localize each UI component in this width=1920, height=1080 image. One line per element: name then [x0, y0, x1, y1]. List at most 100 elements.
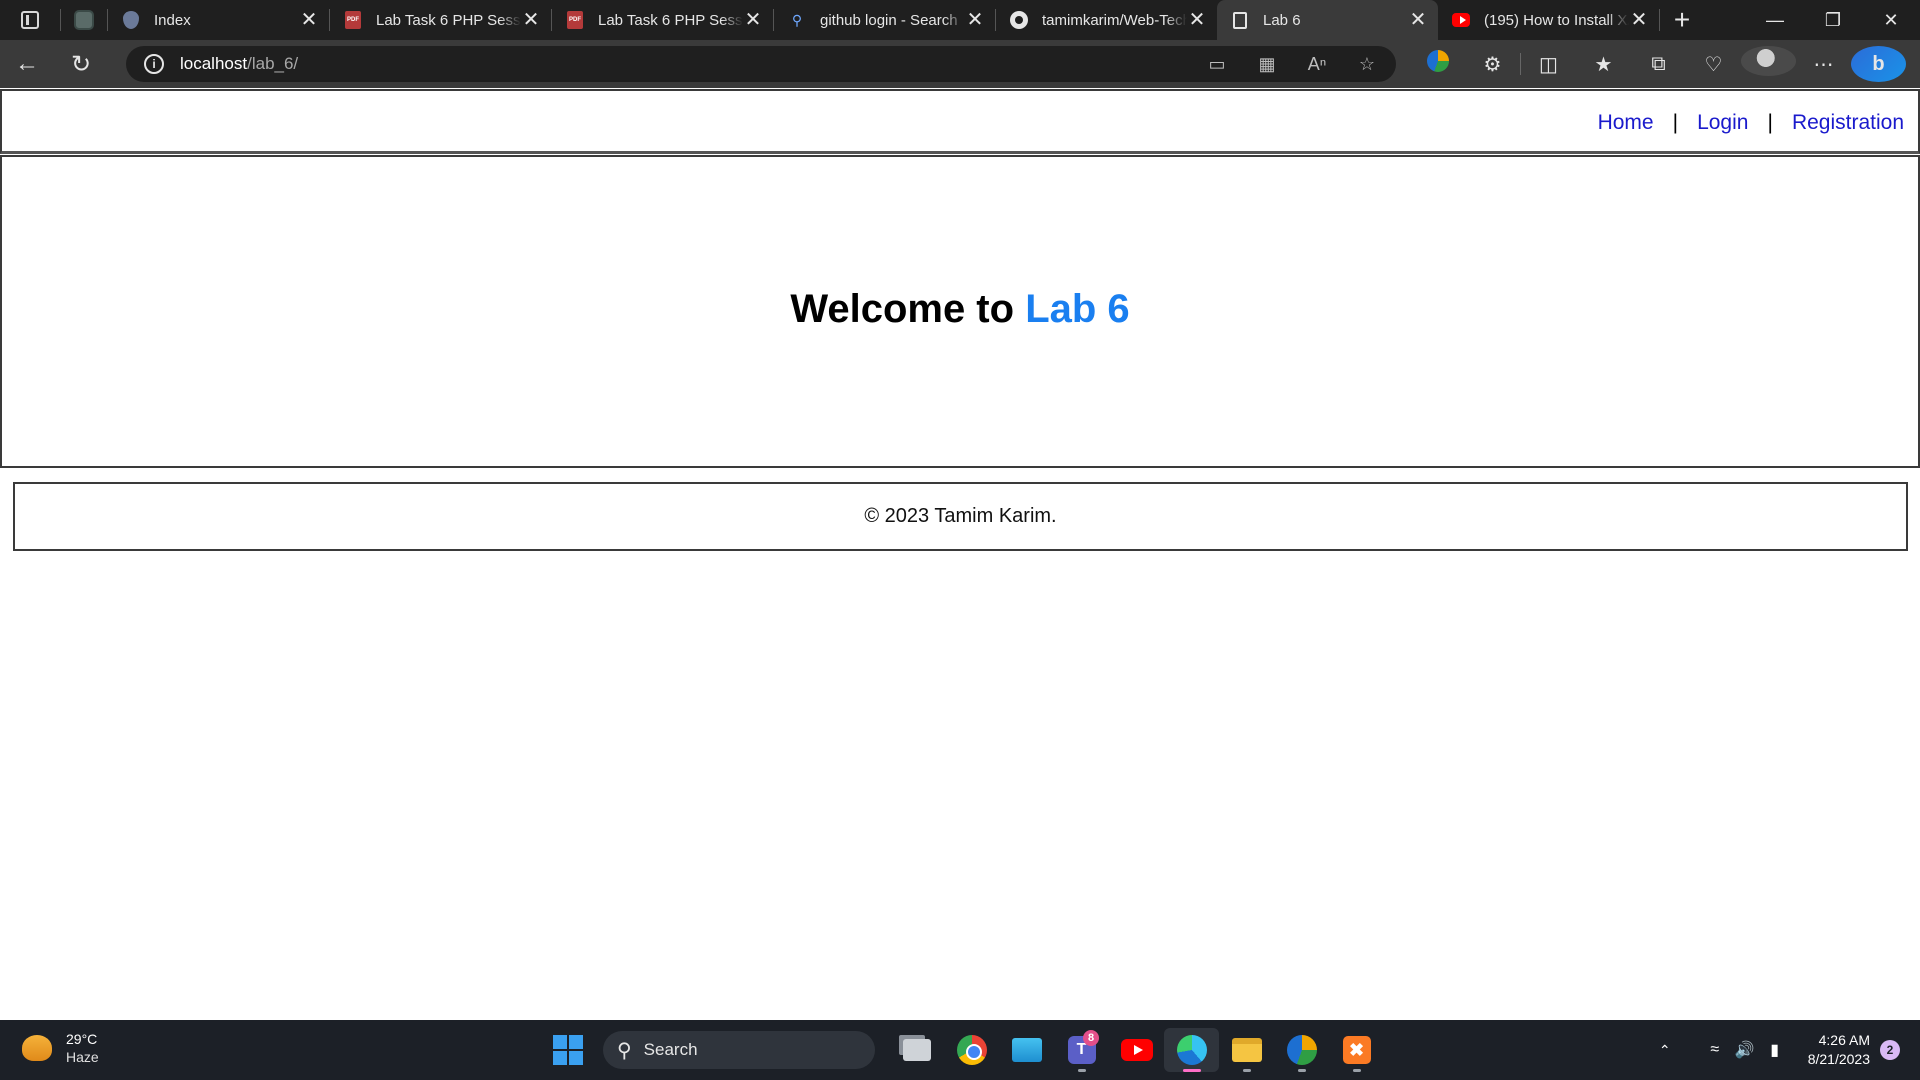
tab-lab-task-pdf-2[interactable]: PDF Lab Task 6 PHP Session ✕ — [552, 0, 773, 40]
file-explorer-button[interactable] — [1219, 1028, 1274, 1072]
tab-index[interactable]: Index ✕ — [108, 0, 329, 40]
hero-section: Welcome to Lab 6 — [0, 155, 1920, 468]
notification-badge[interactable]: 2 — [1880, 1040, 1900, 1060]
extension-globe-icon[interactable] — [1410, 50, 1465, 78]
tab-title: (195) How to Install XAMPP — [1484, 11, 1629, 29]
close-window-button[interactable]: ✕ — [1862, 0, 1920, 40]
tab-lab-6[interactable]: Lab 6 ✕ — [1217, 0, 1438, 40]
restore-button[interactable]: ❐ — [1804, 0, 1862, 40]
weather-widget[interactable]: 29°C Haze — [22, 1030, 99, 1066]
page-viewport: Home | Login | Registration Welcome to L… — [0, 88, 1920, 1020]
wifi-icon[interactable]: ≈ — [1700, 1041, 1730, 1059]
site-footer: © 2023 Tamim Karim. — [13, 482, 1908, 551]
app-available-icon[interactable]: ▭ — [1204, 54, 1230, 75]
globe-app-button[interactable] — [1274, 1028, 1329, 1072]
bing-copilot-icon[interactable]: b — [1851, 46, 1906, 82]
tab-github-repo[interactable]: tamimkarim/Web-Tech ✕ — [996, 0, 1217, 40]
nav-link-registration[interactable]: Registration — [1792, 111, 1904, 135]
window-controls: — ❐ ✕ — [1746, 0, 1920, 40]
tab-actions-button[interactable] — [0, 0, 60, 40]
taskbar-search[interactable]: ⚲ Search — [603, 1031, 875, 1069]
edge-icon — [1176, 1035, 1207, 1065]
minimize-button[interactable]: — — [1746, 0, 1804, 40]
copyright-text: © 2023 Tamim Karim. — [864, 505, 1057, 527]
nav-link-login[interactable]: Login — [1697, 111, 1748, 135]
chevron-up-icon[interactable]: ⌃ — [1650, 1042, 1680, 1059]
page-title-prefix: Welcome to — [790, 287, 1026, 331]
url-path: /lab_6/ — [247, 54, 299, 73]
tab-title: Lab Task 6 PHP Session — [598, 11, 743, 29]
teams-badge: 8 — [1083, 1030, 1099, 1046]
site-header: Home | Login | Registration — [0, 89, 1920, 154]
tab-actions-icon — [21, 11, 39, 29]
address-bar[interactable]: i localhost/lab_6/ ▭ ▦ Aⁿ ☆ — [126, 46, 1396, 82]
browser-essentials-icon[interactable]: ♡ — [1686, 52, 1741, 77]
start-windows-icon[interactable] — [553, 1035, 583, 1065]
github-favicon-icon — [1010, 11, 1028, 29]
youtube-icon — [1120, 1039, 1153, 1061]
url-host: localhost — [180, 54, 248, 73]
running-indicator — [1077, 1069, 1086, 1072]
tab-youtube[interactable]: (195) How to Install XAMPP ✕ — [1438, 0, 1659, 40]
tab-close-icon[interactable]: ✕ — [521, 10, 541, 30]
tab-close-icon[interactable]: ✕ — [1629, 10, 1649, 30]
search-icon: ⚲ — [617, 1039, 632, 1062]
page-favicon-icon — [1231, 11, 1249, 29]
reload-button[interactable]: ↻ — [54, 40, 108, 88]
xampp-button[interactable]: ✖ — [1329, 1028, 1384, 1072]
split-screen-icon[interactable]: ◫ — [1521, 52, 1576, 77]
remote-desktop-button[interactable] — [999, 1028, 1054, 1072]
tab-close-icon[interactable]: ✕ — [1187, 10, 1207, 30]
pinned-tab[interactable] — [61, 0, 107, 40]
tab-title: Lab Task 6 PHP Session — [376, 11, 521, 29]
qr-code-icon[interactable]: ▦ — [1254, 54, 1280, 75]
site-info-icon[interactable]: i — [144, 54, 164, 74]
tab-title: Lab 6 — [1263, 11, 1301, 29]
battery-icon[interactable]: ▮ — [1760, 1040, 1790, 1060]
taskview-button[interactable] — [889, 1028, 944, 1072]
clock-date: 8/21/2023 — [1807, 1051, 1870, 1067]
volume-icon[interactable]: 🔊 — [1730, 1040, 1760, 1060]
system-tray: ⌃ ≈ 🔊 ▮ 4:26 AM 8/21/2023 2 — [1650, 1028, 1900, 1072]
nav-link-home[interactable]: Home — [1598, 111, 1654, 135]
taskbar: 29°C Haze ⚲ Search T 8 ✖ ⌃ ≈ 🔊 ▮ 4:26 AM… — [0, 1020, 1920, 1080]
page-title-highlight: Lab 6 — [1025, 287, 1130, 331]
collections-icon[interactable]: ⧉ — [1631, 53, 1686, 76]
new-tab-button[interactable]: + — [1660, 0, 1704, 40]
tab-title: tamimkarim/Web-Tech — [1042, 11, 1187, 29]
profile-avatar[interactable] — [1741, 46, 1796, 82]
edge-button[interactable] — [1164, 1028, 1219, 1072]
chrome-button[interactable] — [944, 1028, 999, 1072]
reload-icon: ↻ — [70, 50, 92, 78]
teams-button[interactable]: T 8 — [1054, 1028, 1109, 1072]
youtube-button[interactable] — [1109, 1028, 1164, 1072]
tab-close-icon[interactable]: ✕ — [965, 10, 985, 30]
more-menu-icon[interactable]: ⋯ — [1796, 52, 1851, 77]
tab-title: github login - Search — [820, 11, 958, 29]
monitor-icon — [1011, 1038, 1042, 1062]
search-favicon-icon: ⚲ — [791, 11, 803, 28]
clock[interactable]: 4:26 AM 8/21/2023 — [1808, 1031, 1870, 1069]
tab-github-search[interactable]: ⚲ github login - Search ✕ — [774, 0, 995, 40]
favorite-star-icon[interactable]: ☆ — [1354, 54, 1380, 75]
nav-separator: | — [1672, 111, 1679, 134]
pdf-favicon-icon: PDF — [344, 11, 362, 29]
extensions-puzzle-icon[interactable]: ⚙ — [1465, 52, 1520, 77]
favorites-icon[interactable]: ★ — [1576, 52, 1631, 77]
extension-toolbar: ⚙ ◫ ★ ⧉ ♡ ⋯ b — [1410, 40, 1906, 88]
globe-icon — [1286, 1035, 1317, 1065]
taskbar-search-label: Search — [643, 1040, 698, 1059]
tab-close-icon[interactable]: ✕ — [743, 10, 763, 30]
xampp-icon: ✖ — [1342, 1036, 1371, 1064]
screen: Index ✕ PDF Lab Task 6 PHP Session ✕ PDF… — [0, 0, 1920, 1080]
tab-lab-task-pdf-1[interactable]: PDF Lab Task 6 PHP Session ✕ — [330, 0, 551, 40]
browser-toolbar: ← ↻ i localhost/lab_6/ ▭ ▦ Aⁿ ☆ ⚙ ◫ ★ ⧉ … — [0, 40, 1920, 88]
tab-strip: Index ✕ PDF Lab Task 6 PHP Session ✕ PDF… — [0, 0, 1920, 40]
page-title: Welcome to Lab 6 — [2, 287, 1918, 332]
tab-close-icon[interactable]: ✕ — [299, 10, 319, 30]
address-bar-actions: ▭ ▦ Aⁿ ☆ — [1204, 46, 1380, 82]
read-aloud-icon[interactable]: Aⁿ — [1304, 54, 1330, 75]
nav-separator: | — [1767, 111, 1773, 134]
tab-close-icon[interactable]: ✕ — [1408, 10, 1428, 30]
back-button[interactable]: ← — [0, 40, 54, 88]
